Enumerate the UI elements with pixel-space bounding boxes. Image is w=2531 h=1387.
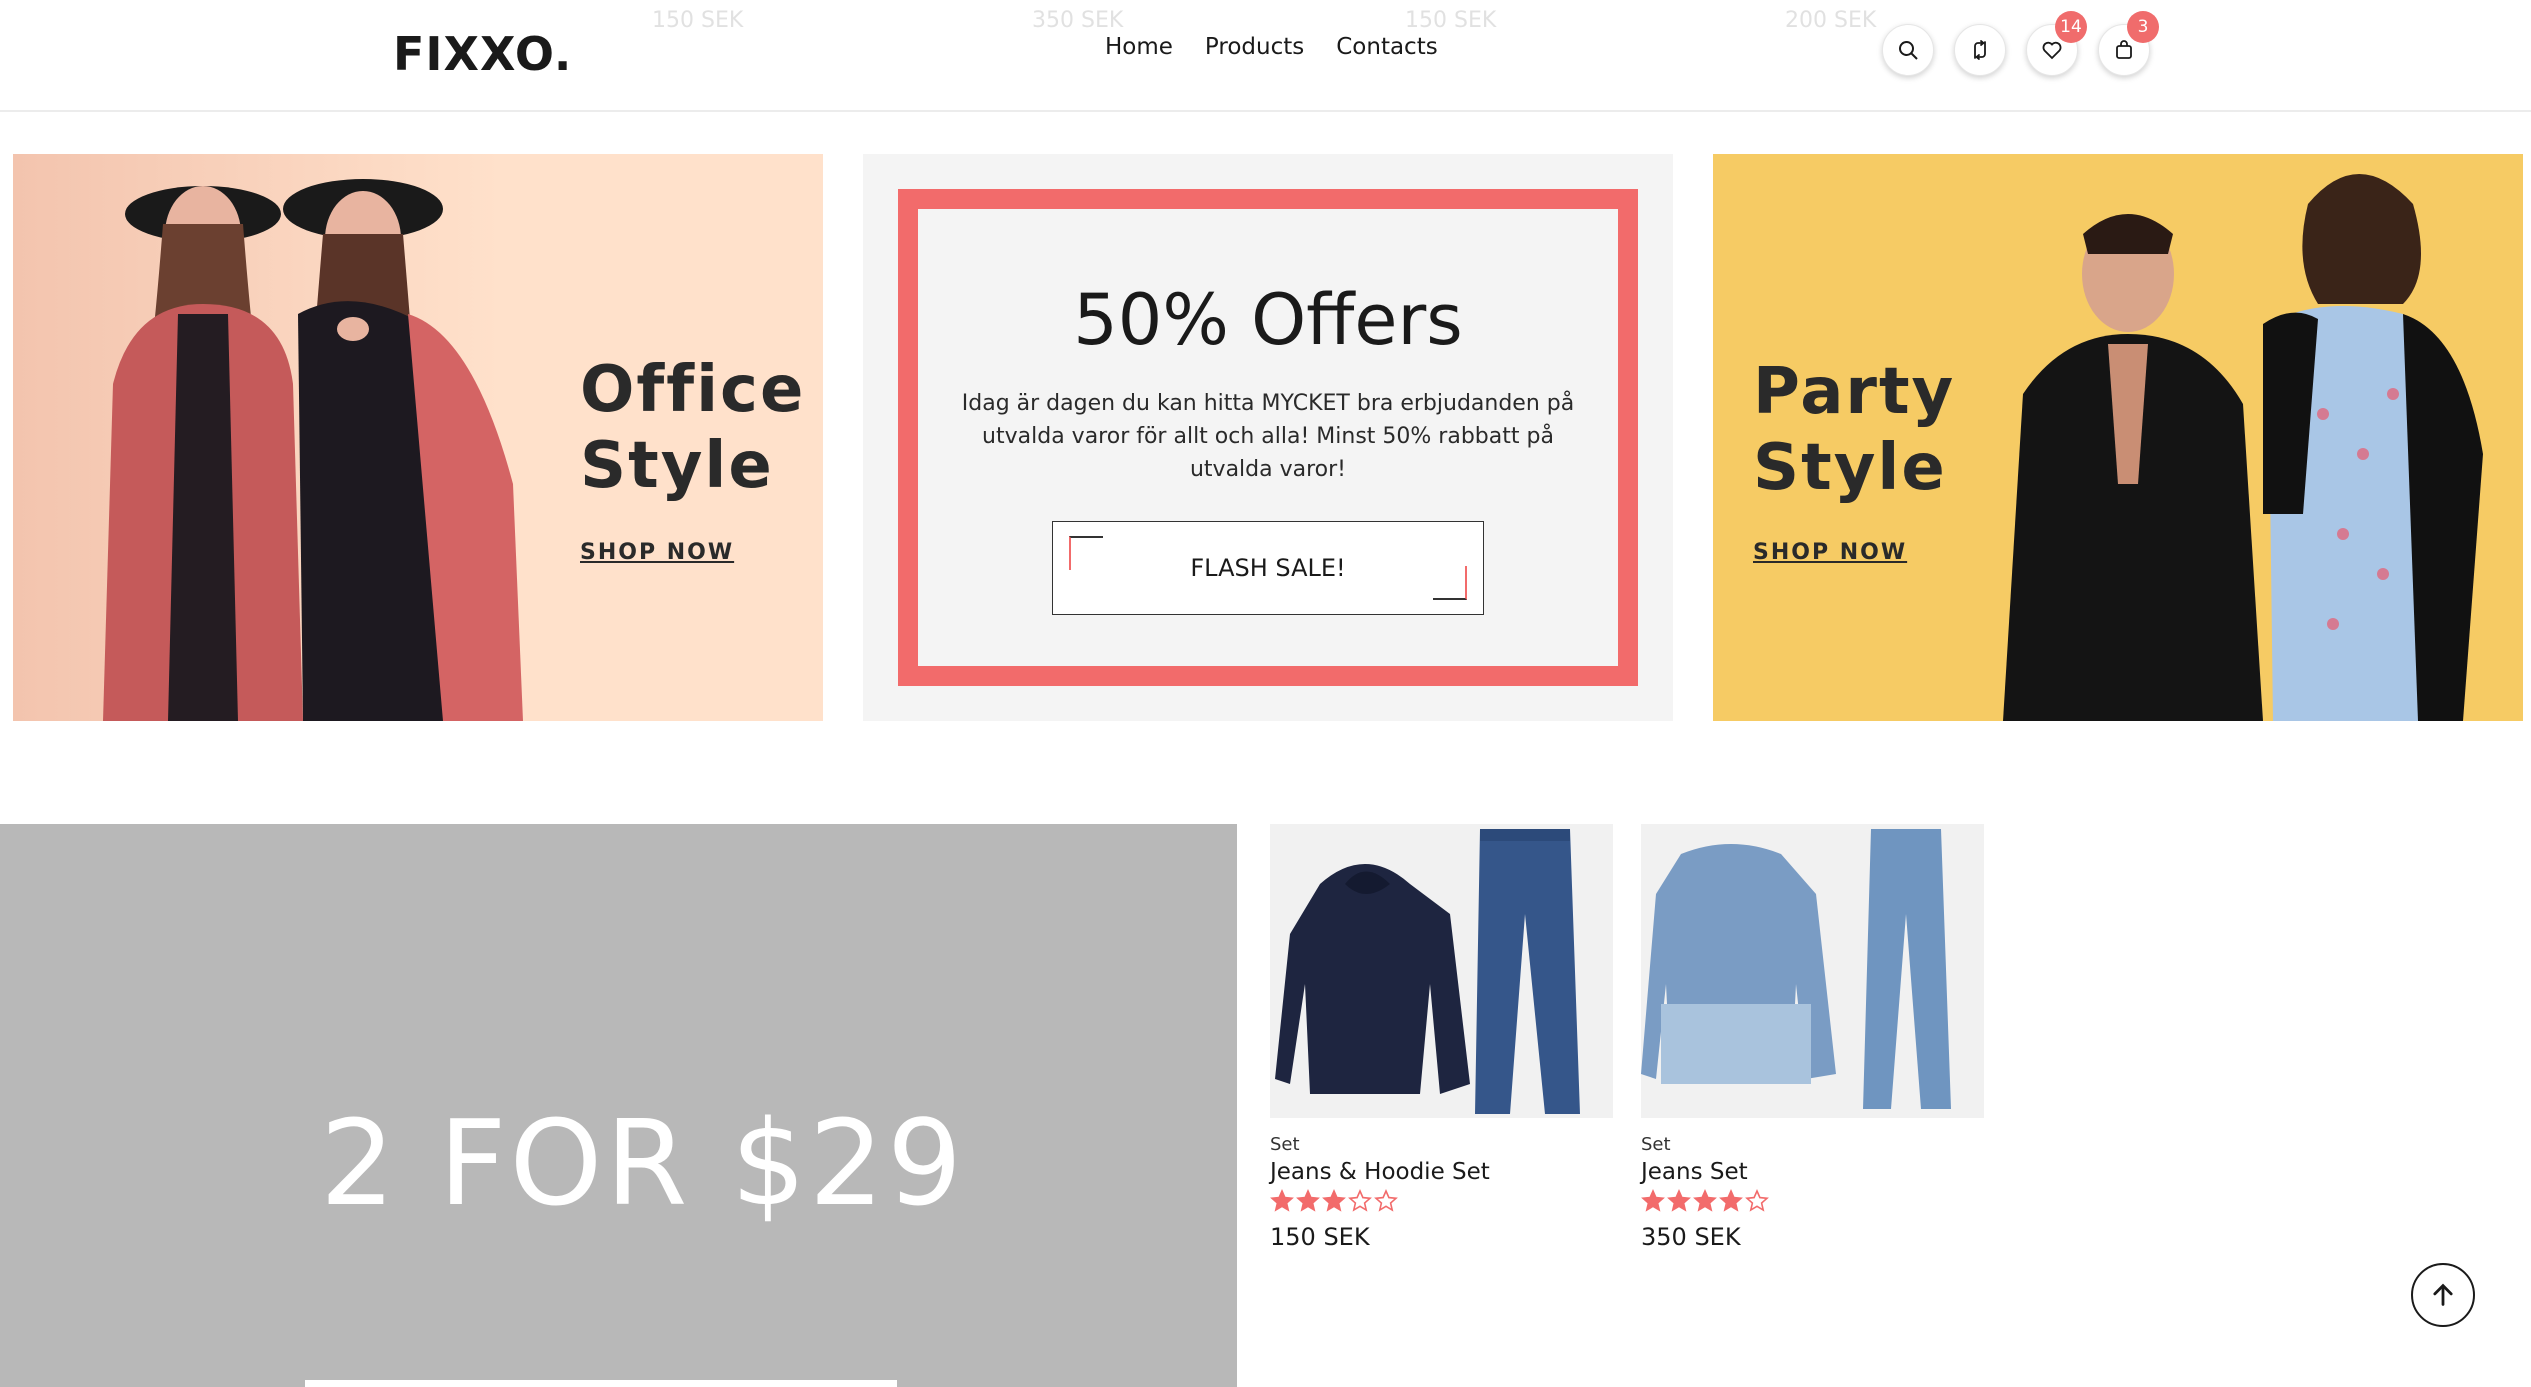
- cart-count-badge: 3: [2127, 11, 2159, 43]
- compare-button[interactable]: [1954, 24, 2006, 76]
- search-icon: [1899, 41, 1918, 60]
- promo-text: 2 FOR $29: [320, 1094, 966, 1232]
- office-shop-now-link[interactable]: SHOP NOW: [580, 540, 734, 565]
- wishlist-button[interactable]: 14: [2026, 11, 2087, 76]
- scroll-to-top-button[interactable]: [2411, 1263, 2475, 1327]
- promo-banner: 2 FOR $29: [0, 824, 1237, 1387]
- wishlist-count-badge: 14: [2055, 11, 2087, 43]
- offer-description: Idag är dagen du kan hitta MYCKET bra er…: [961, 391, 1575, 482]
- product-price: 150 SEK: [1270, 1223, 1370, 1251]
- cart-button[interactable]: 3: [2098, 11, 2159, 76]
- product-card[interactable]: Set Jeans & Hoodie Set 150 SEK: [1270, 824, 1613, 1251]
- star-empty-icon: [1374, 1189, 1398, 1212]
- arrow-up-icon: [2433, 1283, 2453, 1306]
- offer-title: 50% Offers: [1073, 279, 1463, 361]
- nav-contacts[interactable]: Contacts: [1336, 34, 1437, 60]
- star-filled-icon: [1270, 1189, 1294, 1212]
- flash-sale-button[interactable]: FLASH SALE!: [1052, 521, 1484, 615]
- star-filled-icon: [1322, 1189, 1346, 1212]
- office-title-line1: Office: [580, 353, 806, 427]
- product-category: Set: [1270, 1134, 1300, 1155]
- party-style-banner[interactable]: Party Style SHOP NOW: [1713, 154, 2523, 721]
- corner-decoration: [1069, 536, 1103, 570]
- bag-icon: [2116, 40, 2132, 59]
- star-filled-icon: [1693, 1189, 1717, 1212]
- product-image[interactable]: [1270, 824, 1613, 1118]
- star-empty-icon: [1745, 1189, 1769, 1212]
- product-category: Set: [1641, 1134, 1671, 1155]
- corner-decoration: [1433, 566, 1467, 600]
- product-rating: [1641, 1189, 1984, 1213]
- star-empty-icon: [1348, 1189, 1372, 1212]
- party-title-line1: Party: [1753, 355, 1956, 429]
- office-models-image: [103, 179, 523, 721]
- product-image[interactable]: [1641, 824, 1984, 1118]
- page: 150 SEK 350 SEK 150 SEK 200 SEK FIXXO. H…: [0, 0, 2531, 1387]
- offer-frame: 50% Offers Idag är dagen du kan hitta MY…: [898, 189, 1638, 686]
- product-rating: [1270, 1189, 1613, 1213]
- flash-sale-label: FLASH SALE!: [1190, 554, 1346, 582]
- party-shop-now-link[interactable]: SHOP NOW: [1753, 540, 1907, 565]
- offer-banner: 50% Offers Idag är dagen du kan hitta MY…: [863, 154, 1673, 721]
- nav-home[interactable]: Home: [1105, 34, 1173, 60]
- heart-icon: [2042, 41, 2062, 60]
- main-nav: Home Products Contacts: [1105, 34, 1438, 60]
- product-name[interactable]: Jeans Set: [1641, 1159, 1984, 1185]
- star-filled-icon: [1641, 1189, 1665, 1212]
- party-title-line2: Style: [1753, 431, 1947, 505]
- header-icons: 14 3: [1882, 11, 2159, 76]
- site-header: FIXXO. Home Products Contacts 14 3: [0, 0, 2531, 112]
- denim-jacket-jeans-image: [1641, 829, 1951, 1109]
- office-style-banner[interactable]: Office Style SHOP NOW: [13, 154, 823, 721]
- star-filled-icon: [1296, 1189, 1320, 1212]
- product-name[interactable]: Jeans & Hoodie Set: [1270, 1159, 1613, 1185]
- logo[interactable]: FIXXO.: [393, 27, 572, 81]
- hoodie-jeans-image: [1275, 829, 1580, 1114]
- office-title-line2: Style: [580, 429, 774, 503]
- promo-button[interactable]: [305, 1380, 897, 1387]
- product-card[interactable]: Set Jeans Set 350 SEK: [1641, 824, 1984, 1251]
- star-filled-icon: [1719, 1189, 1743, 1212]
- search-button[interactable]: [1882, 24, 1934, 76]
- product-price: 350 SEK: [1641, 1223, 1741, 1251]
- nav-products[interactable]: Products: [1205, 34, 1304, 60]
- party-models-image: [2003, 174, 2483, 721]
- star-filled-icon: [1667, 1189, 1691, 1212]
- compare-icon: [1974, 40, 1986, 60]
